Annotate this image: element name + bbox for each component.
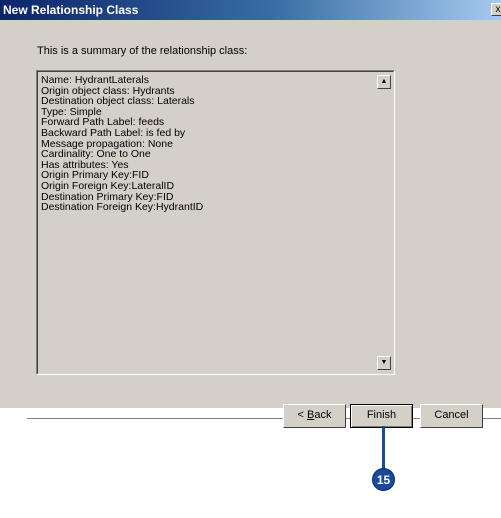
arrow-up-icon: ▲	[380, 78, 388, 85]
finish-button[interactable]: Finish	[350, 404, 413, 428]
arrow-down-icon: ▼	[380, 359, 388, 366]
cancel-button[interactable]: Cancel	[420, 404, 483, 428]
summary-line: Backward Path Label: is fed by	[41, 126, 186, 139]
title-bar[interactable]: New Relationship Class x	[0, 0, 501, 20]
close-icon: x	[495, 4, 501, 15]
callout-leader-line	[382, 426, 385, 470]
summary-text-box[interactable]: Name: HydrantLaterals Origin object clas…	[36, 70, 395, 375]
new-relationship-class-dialog: New Relationship Class x This is a summa…	[0, 0, 501, 408]
summary-intro-label: This is a summary of the relationship cl…	[37, 45, 248, 57]
summary-lines: Name: HydrantLaterals Origin object clas…	[41, 75, 371, 213]
vertical-scrollbar[interactable]: ▲ ▼	[377, 72, 393, 373]
close-button[interactable]: x	[491, 3, 501, 16]
back-button[interactable]: < Back	[283, 404, 346, 428]
scroll-up-button[interactable]: ▲	[377, 75, 391, 89]
window-title: New Relationship Class	[3, 3, 139, 17]
step-number-badge: 15	[372, 468, 395, 491]
summary-line: Destination Foreign Key:HydrantID	[41, 201, 204, 214]
scroll-down-button[interactable]: ▼	[377, 356, 391, 370]
summary-line: Name: HydrantLaterals	[41, 74, 149, 86]
summary-line: Origin Foreign Key:LateralID	[41, 179, 175, 192]
